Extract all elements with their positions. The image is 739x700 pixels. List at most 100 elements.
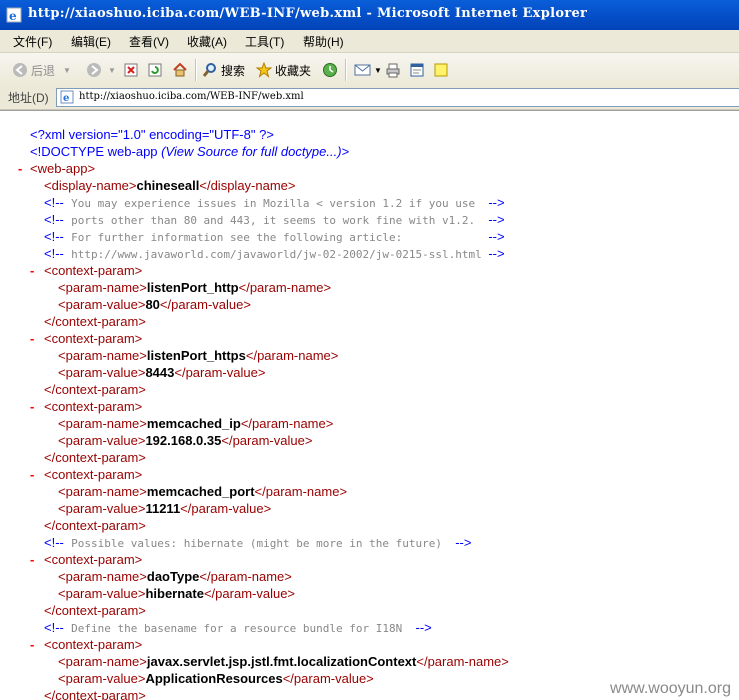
param-value-value: hibernate <box>145 586 204 601</box>
webapp-open-tag: <web-app> <box>30 161 96 176</box>
mail-button[interactable]: ▼ <box>354 59 382 81</box>
title-bar: e http://xiaoshuo.iciba.com/WEB-INF/web.… <box>0 0 739 30</box>
param-name-value: memcached_port <box>146 484 255 499</box>
media-button[interactable] <box>322 59 338 81</box>
param-value-line: <param-value>ApplicationResources</param… <box>58 670 374 687</box>
collapse-toggle[interactable]: - <box>30 466 34 483</box>
collapse-toggle[interactable]: - <box>18 160 22 177</box>
param-name-open: <param-name> <box>58 484 147 499</box>
param-value-line: <param-value>8443</param-value> <box>58 364 265 381</box>
param-value-open: <param-value> <box>58 671 146 686</box>
back-arrow-icon <box>13 63 27 77</box>
collapse-toggle[interactable]: - <box>30 636 34 653</box>
address-url: http://xiaoshuo.iciba.com/WEB-INF/web.xm… <box>79 91 304 102</box>
context-param-close: </context-param> <box>44 602 146 619</box>
comment-open: <!-- <box>44 212 64 227</box>
param-value-open: <param-value> <box>58 501 146 516</box>
doctype-text: <!DOCTYPE web-app <box>30 144 158 159</box>
menu-help[interactable]: 帮助(H) <box>303 33 344 50</box>
param-value-close: </param-value> <box>203 586 296 601</box>
back-label: 后退 <box>31 63 56 78</box>
comment-text: Define the basename for a resource bundl… <box>71 622 416 635</box>
forward-dropdown-icon[interactable]: ▼ <box>108 66 116 75</box>
comment-text: For further information see the followin… <box>71 231 489 244</box>
param-name-open: <param-name> <box>58 280 147 295</box>
menu-view[interactable]: 查看(V) <box>129 33 169 50</box>
param-name-value: listenPort_http <box>146 280 239 295</box>
address-label: 地址(D) <box>8 91 49 105</box>
context-param-close: </context-param> <box>44 449 146 466</box>
context-param-open-tag: <context-param> <box>44 552 143 567</box>
comment-open: <!-- <box>44 246 64 261</box>
search-button[interactable]: 搜索 <box>202 59 245 81</box>
svg-text:e: e <box>9 9 17 23</box>
param-name-line: <param-name>listenPort_http</param-name> <box>58 279 331 296</box>
param-value-open: <param-value> <box>58 297 146 312</box>
address-input[interactable]: e http://xiaoshuo.iciba.com/WEB-INF/web.… <box>56 88 739 107</box>
param-name-open: <param-name> <box>58 416 147 431</box>
favorites-button[interactable]: 收藏夹 <box>256 59 311 81</box>
param-value-open: <param-value> <box>58 365 146 380</box>
collapse-toggle[interactable]: - <box>30 330 34 347</box>
param-value-value: ApplicationResources <box>145 671 283 686</box>
context-param-close: </context-param> <box>44 517 146 534</box>
display-name-value: chineseall <box>136 178 200 193</box>
param-value-open: <param-value> <box>58 586 146 601</box>
param-name-value: listenPort_https <box>146 348 246 363</box>
edit-icon <box>410 63 424 77</box>
xml-declaration-text: <?xml version="1.0" encoding="UTF-8" ?> <box>30 127 274 142</box>
display-name-open: <display-name> <box>44 178 137 193</box>
toolbar: 后退 ▼ ▼ 搜索 收藏夹 ▼ <box>0 53 739 87</box>
param-value-close: </param-value> <box>282 671 374 686</box>
doctype-note[interactable]: (View Source for full doctype...) <box>161 144 341 159</box>
doctype-close: > <box>341 144 350 159</box>
collapse-toggle[interactable]: - <box>30 398 34 415</box>
param-value-value: 80 <box>145 297 160 312</box>
param-name-line: <param-name>javax.servlet.jsp.jstl.fmt.l… <box>58 653 509 670</box>
forward-button[interactable]: ▼ <box>86 59 116 81</box>
home-icon <box>173 62 187 77</box>
edit-button[interactable] <box>409 59 425 81</box>
context-param-open-tag: <context-param> <box>44 263 143 278</box>
forward-arrow-icon <box>87 63 101 77</box>
comment-open: <!-- <box>44 195 64 210</box>
param-name-close: </param-name> <box>416 654 509 669</box>
param-value-close: </param-value> <box>221 433 313 448</box>
back-dropdown-icon[interactable]: ▼ <box>63 66 71 75</box>
param-value-close: </param-value> <box>174 365 266 380</box>
address-bar: 地址(D) e http://xiaoshuo.iciba.com/WEB-IN… <box>0 86 739 110</box>
param-value-value: 192.168.0.35 <box>145 433 222 448</box>
comment-text: http://www.javaworld.com/javaworld/jw-02… <box>71 248 489 261</box>
param-value-line: <param-value>80</param-value> <box>58 296 251 313</box>
comment-close: --> <box>455 535 472 550</box>
display-name-line: <display-name>chineseall</display-name> <box>44 177 296 194</box>
webapp-open-line: <web-app> <box>30 160 95 177</box>
refresh-button[interactable] <box>148 59 162 81</box>
context-param-close: </context-param> <box>44 381 146 398</box>
menu-bar: 文件(F) 编辑(E) 查看(V) 收藏(A) 工具(T) 帮助(H) <box>0 30 739 53</box>
param-value-value: 8443 <box>145 365 175 380</box>
context-param-open: <context-param> <box>44 551 142 568</box>
back-button[interactable]: 后退 ▼ <box>12 59 71 81</box>
menu-favorites[interactable]: 收藏(A) <box>187 33 227 50</box>
mail-dropdown-icon[interactable]: ▼ <box>374 66 382 75</box>
home-button[interactable] <box>172 59 188 81</box>
print-icon <box>386 63 400 78</box>
menu-edit[interactable]: 编辑(E) <box>71 33 111 50</box>
stop-button[interactable] <box>124 59 138 81</box>
comment-text: ports other than 80 and 443, it seems to… <box>71 214 489 227</box>
menu-tools[interactable]: 工具(T) <box>245 33 284 50</box>
collapse-toggle[interactable]: - <box>30 262 34 279</box>
display-name-close: </display-name> <box>199 178 296 193</box>
discuss-button[interactable] <box>433 59 449 81</box>
param-name-open: <param-name> <box>58 654 147 669</box>
comment-close: --> <box>488 229 505 244</box>
param-name-line: <param-name>daoType</param-name> <box>58 568 292 585</box>
context-param-open-tag: <context-param> <box>44 637 143 652</box>
comment-close: --> <box>488 195 505 210</box>
comment-open: <!-- <box>44 229 64 244</box>
collapse-toggle[interactable]: - <box>30 551 34 568</box>
param-name-open: <param-name> <box>58 569 147 584</box>
menu-file[interactable]: 文件(F) <box>13 33 52 50</box>
print-button[interactable] <box>385 59 401 81</box>
